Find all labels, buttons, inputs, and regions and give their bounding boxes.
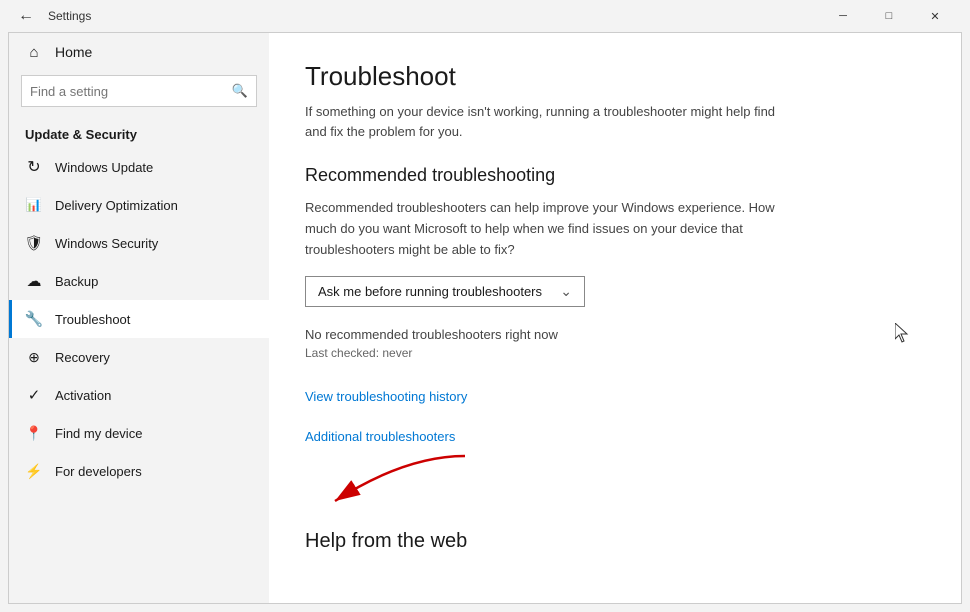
sidebar-item-activation[interactable]: ✓ Activation [9,376,269,414]
update-icon: ↻ [25,158,43,176]
page-title: Troubleshoot [305,61,925,92]
sidebar-item-delivery-optimization[interactable]: 📊 Delivery Optimization [9,186,269,224]
annotation-arrow [325,446,485,526]
sidebar-item-for-developers[interactable]: ⚡ For developers [9,452,269,490]
sidebar-item-label: Troubleshoot [55,312,130,327]
sidebar-item-troubleshoot[interactable]: 🔧 Troubleshoot [9,300,269,338]
developers-icon: ⚡ [25,462,43,480]
status-sub: Last checked: never [305,346,925,360]
recommended-description: Recommended troubleshooters can help imp… [305,198,785,260]
maximize-button[interactable]: □ [866,0,912,32]
security-icon: 🛡 [25,234,43,252]
troubleshoot-icon: 🔧 [25,310,43,328]
sidebar-item-home[interactable]: ⌂ Home [9,33,269,71]
help-section-title: Help from the web [305,530,925,553]
sidebar: ⌂ Home 🔍 Update & Security ↻ Windows Upd… [9,33,269,603]
sidebar-item-label: Delivery Optimization [55,198,178,213]
additional-troubleshooters-link[interactable]: Additional troubleshooters [305,429,455,444]
sidebar-item-windows-security[interactable]: 🛡 Windows Security [9,224,269,262]
chevron-down-icon: ⌄ [560,283,572,300]
window-controls: ─ □ ✕ [820,0,958,32]
dropdown-value: Ask me before running troubleshooters [318,284,542,299]
sidebar-item-backup[interactable]: ☁ Backup [9,262,269,300]
activation-icon: ✓ [25,386,43,404]
sidebar-item-label: Backup [55,274,98,289]
view-history-link[interactable]: View troubleshooting history [305,389,467,404]
sidebar-item-label: Recovery [55,350,110,365]
titlebar: ← Settings ─ □ ✕ [0,0,970,32]
app-title: Settings [48,9,91,23]
close-button[interactable]: ✕ [912,0,958,32]
recovery-icon: ⊕ [25,348,43,366]
home-label: Home [55,44,92,60]
back-button[interactable]: ← [12,2,40,30]
category-label: Update & Security [9,115,269,148]
recommended-section-title: Recommended troubleshooting [305,165,925,186]
troubleshoot-dropdown[interactable]: Ask me before running troubleshooters ⌄ [305,276,585,307]
find-device-icon: 📍 [25,424,43,442]
status-text: No recommended troubleshooters right now [305,327,925,342]
main-panel: Troubleshoot If something on your device… [269,33,961,603]
sidebar-item-label: Find my device [55,426,142,441]
sidebar-item-label: Windows Update [55,160,153,175]
minimize-button[interactable]: ─ [820,0,866,32]
page-description: If something on your device isn't workin… [305,102,785,141]
delivery-icon: 📊 [25,196,43,214]
app-body: ⌂ Home 🔍 Update & Security ↻ Windows Upd… [8,32,962,604]
sidebar-item-label: Windows Security [55,236,158,251]
backup-icon: ☁ [25,272,43,290]
sidebar-item-windows-update[interactable]: ↻ Windows Update [9,148,269,186]
search-icon: 🔍 [224,75,256,107]
sidebar-item-label: Activation [55,388,111,403]
sidebar-item-label: For developers [55,464,142,479]
sidebar-item-find-my-device[interactable]: 📍 Find my device [9,414,269,452]
search-input[interactable] [22,84,224,99]
search-box[interactable]: 🔍 [21,75,257,107]
home-icon: ⌂ [25,43,43,61]
sidebar-item-recovery[interactable]: ⊕ Recovery [9,338,269,376]
